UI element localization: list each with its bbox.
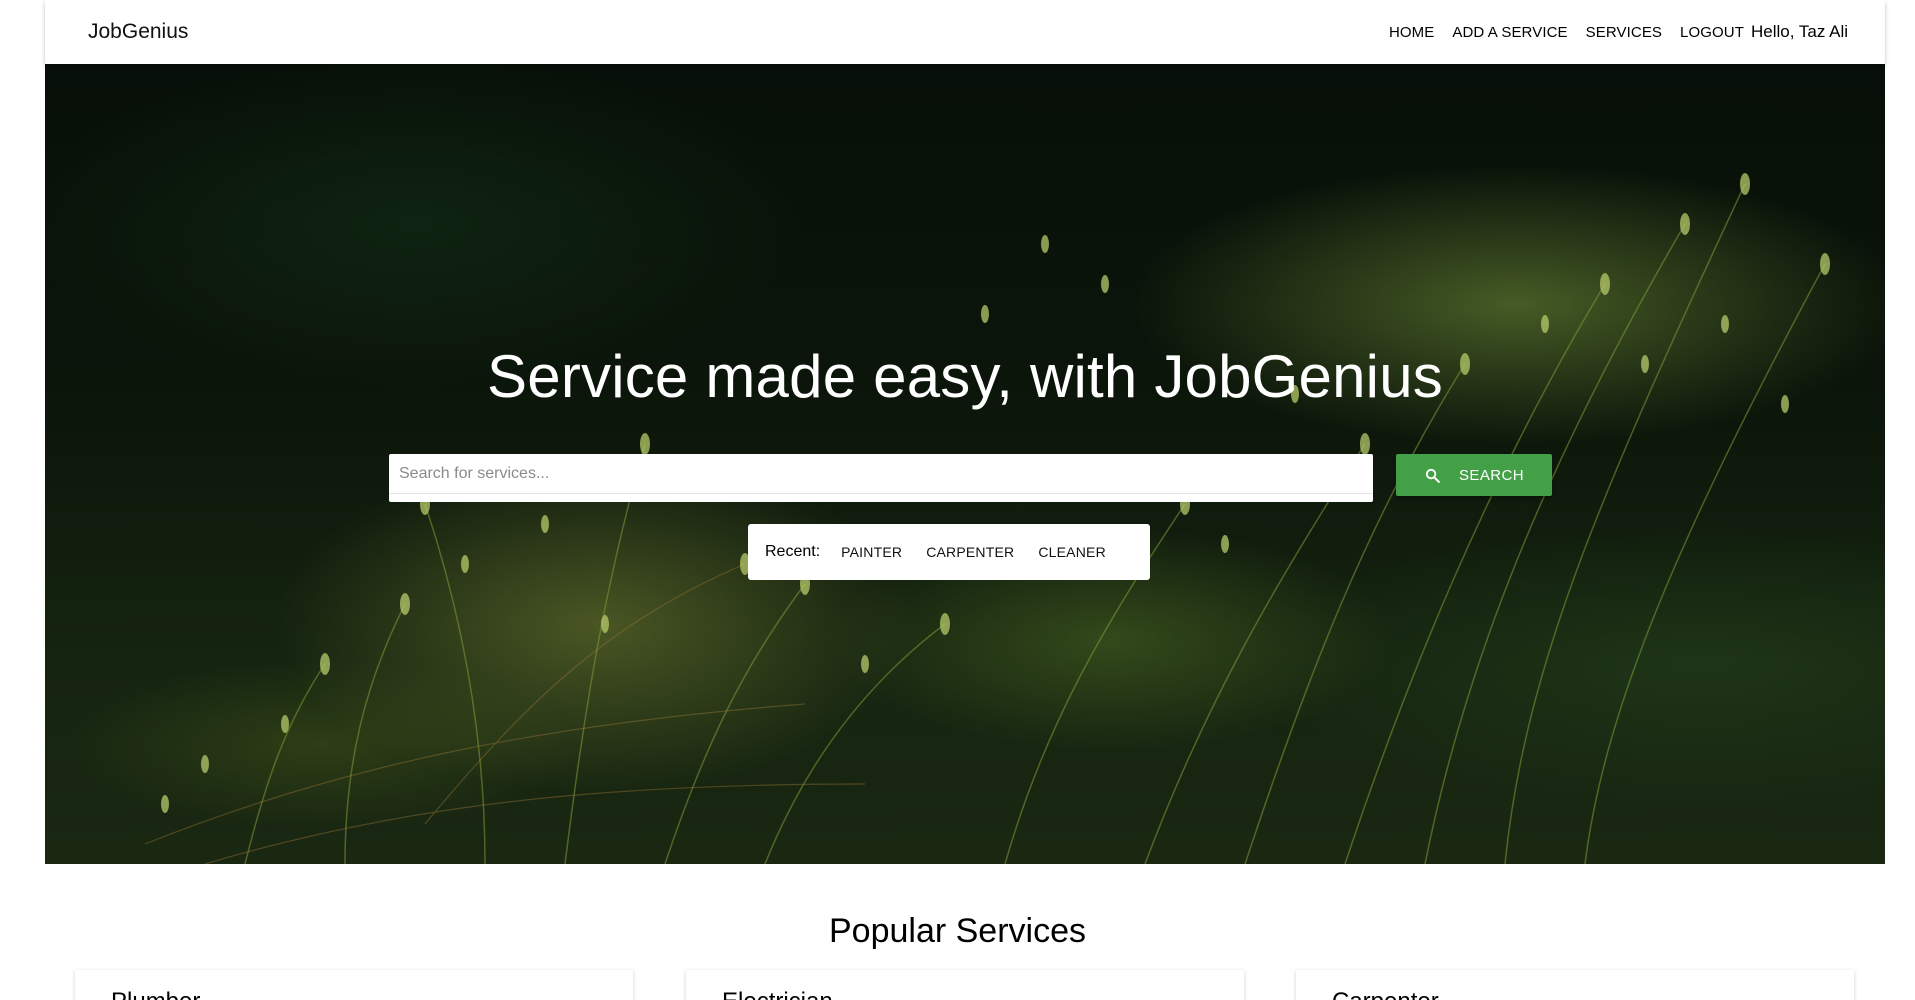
search-button-label: SEARCH: [1459, 466, 1524, 484]
recent-label: Recent:: [765, 543, 821, 560]
search-input[interactable]: [389, 454, 1373, 494]
recent-searches: Recent: PAINTER CARPENTER CLEANER: [748, 524, 1150, 580]
nav-link-home[interactable]: HOME: [1389, 24, 1434, 41]
navbar: JobGenius HOME ADD A SERVICE SERVICES LO…: [45, 0, 1885, 64]
recent-chip-carpenter[interactable]: CARPENTER: [926, 544, 1014, 560]
nav-links: HOME ADD A SERVICE SERVICES LOGOUT Hello…: [1371, 0, 1848, 64]
service-card-carpenter[interactable]: Carpenter: [1296, 970, 1854, 1000]
search-button[interactable]: SEARCH: [1396, 454, 1552, 496]
service-card-title: Electrician: [722, 988, 833, 1000]
user-greeting: Hello, Taz Ali: [1750, 22, 1848, 41]
search-icon: [1424, 467, 1441, 484]
service-card-title: Carpenter: [1332, 988, 1439, 1000]
nav-link-add-service[interactable]: ADD A SERVICE: [1452, 24, 1567, 41]
service-card-title: Plumber: [111, 988, 200, 1000]
page: JobGenius HOME ADD A SERVICE SERVICES LO…: [0, 0, 1915, 1000]
service-card-electrician[interactable]: Electrician: [686, 970, 1244, 1000]
recent-chip-cleaner[interactable]: CLEANER: [1038, 544, 1106, 560]
popular-services-title: Popular Services: [828, 912, 1086, 950]
nav-link-logout[interactable]: LOGOUT: [1680, 24, 1744, 41]
recent-chip-painter[interactable]: PAINTER: [841, 544, 902, 560]
service-card-plumber[interactable]: Plumber: [75, 970, 633, 1000]
hero-title: Service made easy, with JobGenius: [487, 343, 1443, 410]
brand-logo[interactable]: JobGenius: [88, 0, 188, 64]
hero-banner: Service made easy, with JobGenius SEARCH…: [45, 64, 1885, 864]
search-box: [389, 454, 1373, 502]
nav-link-services[interactable]: SERVICES: [1586, 24, 1662, 41]
